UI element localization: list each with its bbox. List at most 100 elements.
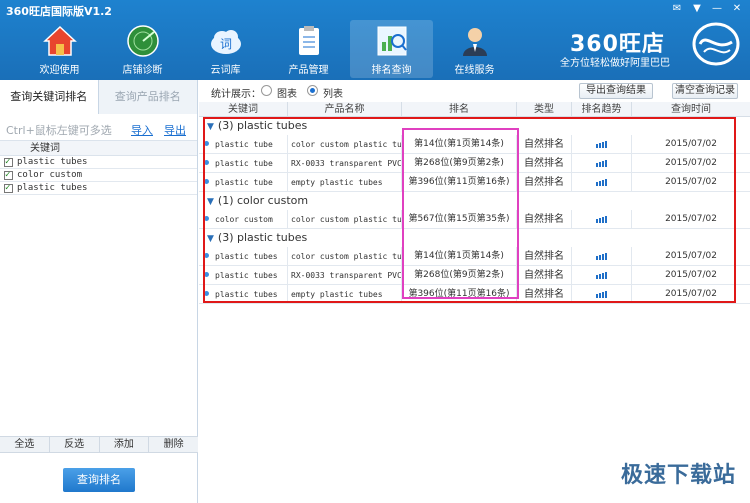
close-button[interactable]: ✕ bbox=[728, 2, 746, 16]
trend-bars-icon[interactable] bbox=[596, 271, 607, 279]
table-row[interactable]: plastic tubes empty plastic tubes 第396位(第1… bbox=[199, 284, 750, 304]
minimize-button[interactable]: — bbox=[708, 2, 726, 16]
type-cell: 自然排名 bbox=[517, 284, 572, 304]
keyword-text: plastic tubes bbox=[215, 251, 278, 261]
window-controls: ✉ ▼ — ✕ bbox=[668, 2, 746, 16]
rank-icon bbox=[203, 159, 211, 167]
group-header[interactable]: ▼ (3) plastic tubes bbox=[199, 117, 750, 135]
col-keyword[interactable]: 关键词 bbox=[199, 102, 288, 116]
rank-icon bbox=[203, 215, 211, 223]
table-row[interactable]: color custom color custom plastic tub 第567… bbox=[199, 209, 750, 229]
nav-label: 云词库 bbox=[210, 65, 241, 76]
keyword-column-header: 关键词 bbox=[0, 140, 197, 156]
trend-cell[interactable] bbox=[572, 246, 632, 266]
rank-cell: 第14位(第1页第14条) bbox=[402, 134, 517, 154]
col-trend[interactable]: 排名趋势 bbox=[572, 102, 632, 116]
table-row[interactable]: plastic tubes RX-0033 transparent PVC 第268… bbox=[199, 265, 750, 285]
multi-select-hint: Ctrl+鼠标左键可多选 bbox=[6, 124, 112, 137]
stats-toolbar: 统计展示： 图表 列表 导出查询结果 清空查询记录 bbox=[199, 80, 750, 102]
query-rank-button[interactable]: 查询排名 bbox=[63, 468, 135, 492]
type-cell: 自然排名 bbox=[517, 265, 572, 285]
keyword-cell: plastic tube bbox=[199, 134, 288, 154]
list-item[interactable]: plastic tubes bbox=[0, 182, 197, 195]
keyword-cell: plastic tubes bbox=[199, 265, 288, 285]
tab-keyword-rank[interactable]: 查询关键词排名 bbox=[0, 80, 99, 114]
nav-welcome[interactable]: 欢迎使用 bbox=[18, 20, 101, 78]
trend-bars-icon[interactable] bbox=[596, 290, 607, 298]
add-button[interactable]: 添加 bbox=[100, 437, 150, 452]
rank-icon bbox=[203, 178, 211, 186]
collapse-arrow-icon[interactable]: ▼ bbox=[207, 234, 214, 244]
mail-icon[interactable]: ✉ bbox=[668, 2, 686, 16]
trend-cell[interactable] bbox=[572, 265, 632, 285]
trend-bars-icon[interactable] bbox=[596, 140, 607, 148]
trend-cell[interactable] bbox=[572, 209, 632, 229]
export-results-button[interactable]: 导出查询结果 bbox=[579, 83, 653, 99]
trend-cell[interactable] bbox=[572, 284, 632, 304]
watermark: 极速下载站 bbox=[620, 463, 736, 488]
cloud-icon: 词 bbox=[209, 24, 243, 58]
radar-icon bbox=[126, 24, 160, 58]
collapse-arrow-icon[interactable]: ▼ bbox=[207, 122, 214, 132]
nav-cloud-lexicon[interactable]: 词 云词库 bbox=[184, 20, 267, 78]
rank-cell: 第396位(第11页第16条) bbox=[402, 172, 517, 192]
list-item[interactable]: color custom bbox=[0, 169, 197, 182]
type-cell: 自然排名 bbox=[517, 134, 572, 154]
list-radio-label[interactable]: 列表 bbox=[323, 85, 343, 100]
product-name-cell: color custom plastic tub bbox=[288, 134, 402, 154]
support-agent-icon bbox=[458, 24, 492, 58]
trend-cell[interactable] bbox=[572, 134, 632, 154]
type-cell: 自然排名 bbox=[517, 153, 572, 173]
trend-cell[interactable] bbox=[572, 153, 632, 173]
type-cell: 自然排名 bbox=[517, 172, 572, 192]
col-rank[interactable]: 排名 bbox=[402, 102, 517, 116]
table-row[interactable]: plastic tubes color custom plastic tub 第14… bbox=[199, 246, 750, 266]
trend-cell[interactable] bbox=[572, 172, 632, 192]
trend-bars-icon[interactable] bbox=[596, 252, 607, 260]
chart-radio[interactable] bbox=[261, 85, 272, 96]
chart-radio-label[interactable]: 图表 bbox=[277, 85, 297, 100]
list-item[interactable]: plastic tubes bbox=[0, 156, 197, 169]
product-name-cell: RX-0033 transparent PVC bbox=[288, 153, 402, 173]
trend-bars-icon[interactable] bbox=[596, 215, 607, 223]
col-type[interactable]: 类型 bbox=[517, 102, 572, 116]
keyword-text: plastic tubes bbox=[215, 270, 278, 280]
chart-search-icon bbox=[375, 24, 409, 58]
collapse-arrow-icon[interactable]: ▼ bbox=[207, 197, 214, 207]
table-row[interactable]: plastic tube RX-0033 transparent PVC 第268位… bbox=[199, 153, 750, 173]
svg-text:词: 词 bbox=[219, 37, 231, 51]
invert-selection-button[interactable]: 反选 bbox=[50, 437, 100, 452]
nav-rank-query[interactable]: 排名查询 bbox=[350, 20, 433, 78]
keyword-text: plastic tube bbox=[215, 158, 273, 168]
col-product-name[interactable]: 产品名称 bbox=[288, 102, 402, 116]
nav-label: 在线服务 bbox=[454, 65, 495, 76]
nav-diagnosis[interactable]: 店铺诊断 bbox=[101, 20, 184, 78]
table-row[interactable]: plastic tube color custom plastic tub 第14位… bbox=[199, 134, 750, 154]
group-header[interactable]: ▼ (1) color custom bbox=[199, 192, 750, 210]
export-link[interactable]: 导出 bbox=[164, 122, 186, 138]
table-row[interactable]: plastic tube empty plastic tubes 第396位(第11… bbox=[199, 172, 750, 192]
tab-product-rank[interactable]: 查询产品排名 bbox=[98, 80, 197, 114]
checkbox[interactable] bbox=[4, 156, 13, 169]
delete-button[interactable]: 删除 bbox=[149, 437, 198, 452]
group-title: (3) plastic tubes bbox=[217, 119, 308, 132]
select-all-button[interactable]: 全选 bbox=[0, 437, 50, 452]
import-link[interactable]: 导入 bbox=[131, 122, 153, 138]
rank-icon bbox=[203, 252, 211, 260]
keyword-text: plastic tubes bbox=[17, 156, 88, 167]
trend-bars-icon[interactable] bbox=[596, 159, 607, 167]
menu-dropdown-icon[interactable]: ▼ bbox=[688, 2, 706, 16]
product-name-cell: empty plastic tubes bbox=[288, 172, 402, 192]
results-panel: 统计展示： 图表 列表 导出查询结果 清空查询记录 关键词 产品名称 排名 类型… bbox=[199, 80, 750, 503]
col-query-time[interactable]: 查询时间 bbox=[632, 102, 750, 116]
left-panel: 查询关键词排名 查询产品排名 Ctrl+鼠标左键可多选 导入 导出 关键词 pl… bbox=[0, 80, 198, 503]
checkbox[interactable] bbox=[4, 182, 13, 195]
clear-records-button[interactable]: 清空查询记录 bbox=[672, 83, 738, 99]
nav-online-service[interactable]: 在线服务 bbox=[433, 20, 516, 78]
group-header[interactable]: ▼ (3) plastic tubes bbox=[199, 229, 750, 247]
trend-bars-icon[interactable] bbox=[596, 178, 607, 186]
nav-product-management[interactable]: 产品管理 bbox=[267, 20, 350, 78]
checkbox[interactable] bbox=[4, 169, 13, 182]
list-radio[interactable] bbox=[307, 85, 318, 96]
rank-cell: 第268位(第9页第2条) bbox=[402, 153, 517, 173]
